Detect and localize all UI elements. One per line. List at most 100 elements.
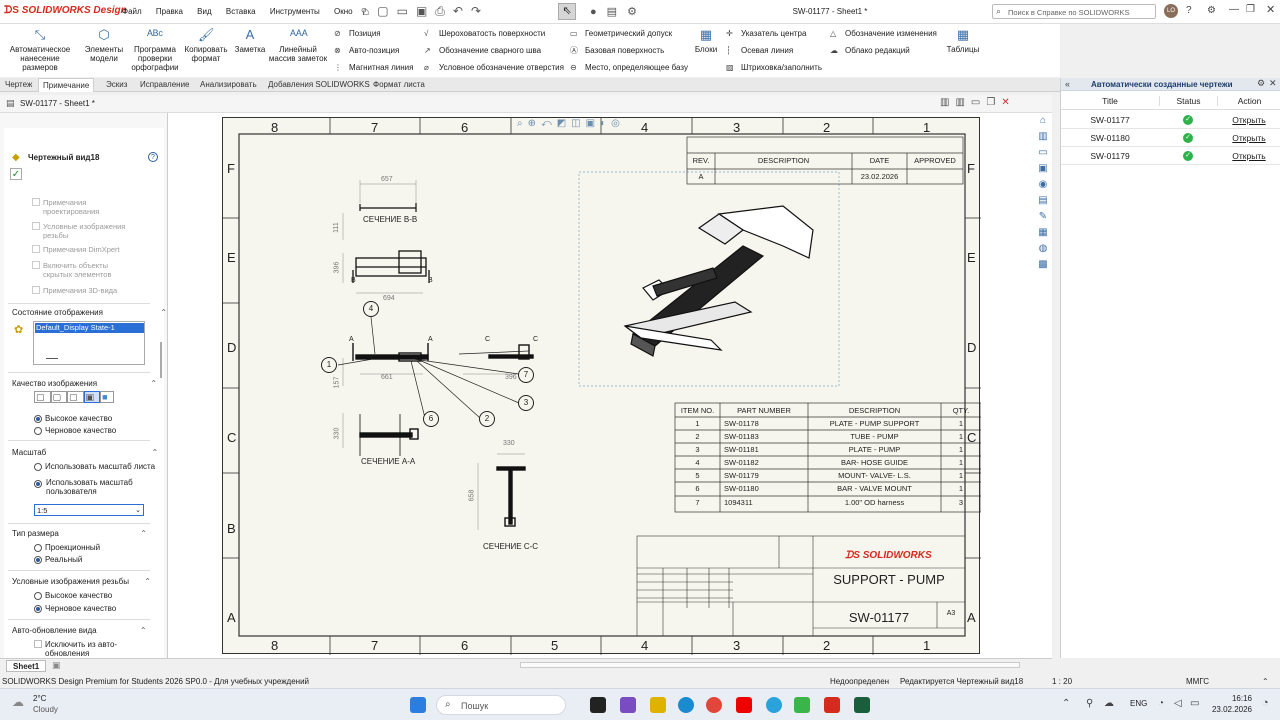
section-view-icon[interactable]: ◩ bbox=[557, 118, 571, 129]
clock-date[interactable]: 23.02.2026 bbox=[1206, 705, 1252, 714]
scale-header[interactable]: Масштаб ⌃ bbox=[12, 448, 158, 457]
display-state-list[interactable]: Default_Display State-1 bbox=[33, 321, 145, 365]
tab-addins[interactable]: Добавления SOLIDWORKS bbox=[264, 78, 374, 92]
geometric-tolerance-button[interactable]: ▭ Геометрический допуск bbox=[570, 27, 672, 41]
center-mark-button[interactable]: ✛ Указатель центра bbox=[726, 27, 806, 41]
dim-396-a[interactable]: 396 bbox=[333, 262, 340, 274]
menu-window[interactable]: Окно bbox=[334, 7, 353, 16]
doc-restore-icon[interactable]: ❐ bbox=[986, 97, 1001, 108]
youtube-icon[interactable] bbox=[736, 697, 752, 713]
panel-expand-icon[interactable]: « bbox=[1065, 79, 1070, 89]
quality-draft-radio[interactable]: Черновое качество bbox=[34, 426, 116, 435]
tile-right-icon[interactable]: ▥ bbox=[955, 97, 970, 108]
drawing-sheet[interactable]: 8 7 6 4 3 2 1 8 7 6 5 4 3 2 1 F E D C B … bbox=[222, 117, 981, 655]
dim-396-b[interactable]: 396 bbox=[505, 374, 517, 381]
title-block-title[interactable]: SUPPORT - PUMP bbox=[813, 572, 965, 587]
menu-insert[interactable]: Вставка bbox=[226, 7, 256, 16]
spell-check-button[interactable]: ᴬᴮᶜ Программа проверки орфографии bbox=[128, 28, 182, 73]
help-search-box[interactable]: ⌕ Поиск в Справке по SOLIDWORKS bbox=[992, 4, 1156, 19]
add-sheet-icon[interactable]: ▣ bbox=[52, 660, 61, 671]
document-tab[interactable]: SW-01177 - Sheet1 * bbox=[20, 99, 95, 108]
menu-edit[interactable]: Правка bbox=[156, 7, 183, 16]
exclude-auto-update-checkbox[interactable]: Исключить из авто-обновления bbox=[34, 640, 134, 658]
bom-table-text[interactable]: ITEM NO. PART NUMBER DESCRIPTION QTY. 1 S… bbox=[675, 403, 981, 512]
edge-icon[interactable] bbox=[678, 697, 694, 713]
view-palette-icon[interactable]: ▣ bbox=[1034, 161, 1052, 177]
dim-projected-radio[interactable]: Проекционный bbox=[34, 543, 100, 552]
save-icon[interactable]: ▣ bbox=[416, 4, 435, 18]
options-gear-icon[interactable]: ⚙ bbox=[627, 6, 647, 18]
dim-330-b[interactable]: 330 bbox=[503, 440, 515, 447]
resources-icon[interactable]: ⌂ bbox=[1034, 113, 1052, 129]
copilot-icon[interactable] bbox=[620, 697, 636, 713]
open-link[interactable]: Открыть bbox=[1217, 133, 1280, 143]
ok-check-icon[interactable]: ✓ bbox=[10, 168, 22, 180]
panel-settings-icon[interactable]: ⚙ bbox=[1257, 78, 1265, 89]
shaded-edges-icon[interactable]: ▣ bbox=[83, 391, 101, 403]
volume-icon[interactable]: ◁ bbox=[1174, 698, 1182, 709]
hatch-fill-button[interactable]: ▨ Штриховка/заполнить bbox=[726, 61, 822, 75]
dim-330-a[interactable]: 330 bbox=[333, 428, 340, 440]
table-row[interactable]: SW-01179 ✓ Открыть bbox=[1061, 147, 1280, 165]
title-block-dwg-no[interactable]: SW-01177 bbox=[821, 610, 937, 625]
dim-694[interactable]: 694 bbox=[383, 295, 395, 302]
balloon-6[interactable]: 6 bbox=[423, 411, 439, 427]
balloon-1[interactable]: 1 bbox=[321, 357, 337, 373]
revision-symbol-button[interactable]: △ Обозначение изменения bbox=[830, 27, 937, 41]
status-chevron-icon[interactable]: ⌃ bbox=[1262, 676, 1269, 688]
wifi-icon[interactable]: ◔ bbox=[1158, 698, 1164, 709]
file-explorer-icon[interactable]: ▭ bbox=[1034, 145, 1052, 161]
auto-balloon-button[interactable]: ⊗ Авто-позиция bbox=[334, 44, 399, 58]
centerline-button[interactable]: ┆ Осевая линия bbox=[726, 44, 793, 58]
pm-scrollbar[interactable] bbox=[160, 342, 162, 378]
design-library-icon[interactable]: ▥ bbox=[1034, 129, 1052, 145]
display-state-header[interactable]: Состояние отображения ⌃ bbox=[12, 308, 167, 317]
zoom-area-icon[interactable]: ⊕ bbox=[528, 118, 541, 129]
task-view-icon[interactable] bbox=[590, 697, 606, 713]
scale-select[interactable]: 1:5 ⌄ bbox=[34, 504, 144, 516]
settings-gear-icon[interactable]: ⚙ bbox=[1207, 5, 1216, 16]
tile-left-icon[interactable]: ▥ bbox=[940, 97, 955, 108]
tab-annotation[interactable]: Примечание bbox=[38, 78, 95, 92]
previous-view-icon[interactable]: ⤺ bbox=[541, 118, 557, 129]
redo-icon[interactable]: ↷ bbox=[471, 4, 489, 18]
sheet-tab[interactable]: Sheet1 bbox=[6, 660, 47, 672]
tray-overflow-icon[interactable]: ⌃ bbox=[1062, 698, 1070, 709]
appearances-icon[interactable]: ◉ bbox=[1034, 177, 1052, 193]
revision-table-text[interactable]: REV. DESCRIPTION DATE APPROVED A 23.02.2… bbox=[687, 153, 963, 184]
home-icon[interactable]: ⌂ bbox=[362, 4, 377, 18]
image-quality-header[interactable]: Качество изображения ⌃ bbox=[12, 379, 157, 388]
chrome-icon[interactable] bbox=[706, 697, 722, 713]
thread-display-header[interactable]: Условные изображения резьбы ⌃ bbox=[12, 577, 151, 586]
forum-icon[interactable]: ✎ bbox=[1034, 209, 1052, 225]
magnetic-line-button[interactable]: ⋮ Магнитная линия bbox=[334, 61, 413, 75]
display-state-item[interactable]: Default_Display State-1 bbox=[35, 323, 144, 333]
status-units[interactable]: ММГС bbox=[1186, 676, 1209, 688]
user-avatar[interactable]: LO bbox=[1164, 4, 1178, 18]
table-row[interactable]: SW-01180 ✓ Открыть bbox=[1061, 129, 1280, 147]
datum-feature-button[interactable]: Ⓐ Базовая поверхность bbox=[570, 44, 664, 58]
auto-drawing-icon[interactable]: ▩ bbox=[1034, 257, 1052, 273]
hide-show-icon[interactable]: ◐ bbox=[600, 118, 611, 129]
hidden-lines-removed-icon[interactable]: ▢ bbox=[67, 391, 84, 403]
windows-start-icon[interactable] bbox=[410, 697, 426, 713]
zoom-fit-icon[interactable]: ⌕ bbox=[517, 118, 528, 129]
model-items-button[interactable]: ⬡ Элементы модели bbox=[82, 28, 126, 64]
balloon-3[interactable]: 3 bbox=[518, 395, 534, 411]
traffic-light-icon[interactable]: ● bbox=[590, 6, 607, 18]
help-icon[interactable]: ? bbox=[1186, 5, 1192, 16]
tables-button[interactable]: ▦ Таблицы bbox=[946, 28, 980, 55]
tab-drawing[interactable]: Чертеж bbox=[1, 78, 36, 92]
weather-cloud-icon[interactable]: ☁ bbox=[12, 695, 24, 709]
telegram-icon[interactable] bbox=[766, 697, 782, 713]
surface-finish-button[interactable]: √ Шероховатость поверхности bbox=[424, 27, 545, 41]
window-minimize-icon[interactable]: — bbox=[1229, 4, 1239, 15]
menu-tools[interactable]: Инструменты bbox=[270, 7, 320, 16]
tab-sheet-format[interactable]: Формат листа bbox=[369, 78, 429, 92]
custom-properties-icon[interactable]: ▤ bbox=[1034, 193, 1052, 209]
app-taskbar-icon[interactable] bbox=[854, 697, 870, 713]
panel-close-icon[interactable]: ✕ bbox=[1269, 78, 1277, 89]
open-link[interactable]: Открыть bbox=[1217, 115, 1280, 125]
dim-157[interactable]: 157 bbox=[333, 377, 340, 389]
battery-icon[interactable]: ▭ bbox=[1190, 698, 1199, 709]
